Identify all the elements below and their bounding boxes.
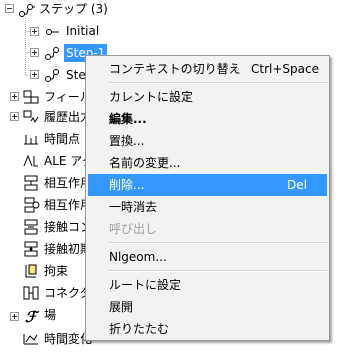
tree-item-initial[interactable]: Initial <box>64 22 101 40</box>
menu-item-set-as-root[interactable]: ルートに設定 <box>88 274 327 296</box>
menu-item-label: 削除... <box>109 178 145 192</box>
menu-item-shortcut: Del <box>287 178 307 192</box>
amplitude-icon <box>23 334 38 345</box>
menu-item-label: 名前の変更... <box>109 156 181 170</box>
contact-controls-icon <box>24 219 38 235</box>
menu-item-shortcut: Ctrl+Space <box>251 62 319 76</box>
menu-item-label: 呼び出し <box>109 222 158 236</box>
menu-item-label: ルートに設定 <box>109 278 182 292</box>
context-menu: コンテキストの切り替え Ctrl+Space カレントに設定 編集... 置換.… <box>85 55 330 341</box>
menu-item-label: 折りたたむ <box>109 322 170 336</box>
menu-item-set-current[interactable]: カレントに設定 <box>88 86 327 108</box>
menu-item-label: 一時消去 <box>109 200 158 214</box>
connector-icon <box>23 286 39 300</box>
initial-step-icon <box>46 29 59 35</box>
menu-item-collapse[interactable]: 折りたたむ <box>88 318 327 340</box>
expand-toggle-step-1[interactable] <box>30 48 39 57</box>
tree-item-time-points[interactable]: 時間点 <box>42 130 82 148</box>
expand-toggle-fields[interactable] <box>10 312 19 321</box>
constraint-icon <box>25 264 37 278</box>
menu-item-suppress[interactable]: 一時消去 <box>88 196 327 218</box>
interaction-property-icon <box>24 197 40 213</box>
menu-separator <box>108 270 327 272</box>
tree-item-constraints[interactable]: 拘束 <box>42 262 70 280</box>
tree-item-fields[interactable]: 場 <box>42 306 58 324</box>
menu-item-label: 展開 <box>109 300 134 314</box>
menu-item-delete[interactable]: 削除... Del <box>88 174 327 196</box>
menu-item-nlgeom[interactable]: Nlgeom... <box>88 246 327 268</box>
menu-item-resume: 呼び出し <box>88 218 327 240</box>
menu-item-label: コンテキストの切り替え <box>109 62 241 76</box>
field-icon: ℱ <box>25 308 40 325</box>
steps-icon <box>19 4 35 17</box>
collapse-toggle-steps[interactable] <box>5 4 14 13</box>
expand-toggle-field-output[interactable] <box>10 92 19 101</box>
step-icon <box>45 69 59 82</box>
expand-toggle-initial[interactable] <box>30 27 39 36</box>
tree-item-steps[interactable]: ステップ (3) <box>37 0 110 18</box>
history-output-icon <box>23 110 39 124</box>
menu-item-replace[interactable]: 置換... <box>88 130 327 152</box>
interaction-icon <box>24 175 38 191</box>
menu-item-label: カレントに設定 <box>109 90 194 104</box>
menu-item-label: Nlgeom... <box>109 250 167 264</box>
contact-initialization-icon <box>24 241 38 257</box>
menu-item-label: 置換... <box>109 134 145 148</box>
svg-text:ℱ: ℱ <box>25 308 40 325</box>
step-icon <box>45 47 59 60</box>
menu-item-rename[interactable]: 名前の変更... <box>88 152 327 174</box>
expand-toggle-step-2[interactable] <box>30 70 39 79</box>
menu-item-expand[interactable]: 展開 <box>88 296 327 318</box>
time-points-icon <box>24 135 38 145</box>
menu-item-label: 編集... <box>109 112 147 126</box>
menu-item-edit[interactable]: 編集... <box>88 108 327 130</box>
menu-separator <box>108 242 327 244</box>
expand-toggle-history-output[interactable] <box>10 112 19 121</box>
menu-separator <box>108 82 327 84</box>
menu-item-switch-context[interactable]: コンテキストの切り替え Ctrl+Space <box>88 58 327 80</box>
field-output-icon <box>23 90 39 104</box>
ale-adaptive-icon <box>23 154 38 167</box>
